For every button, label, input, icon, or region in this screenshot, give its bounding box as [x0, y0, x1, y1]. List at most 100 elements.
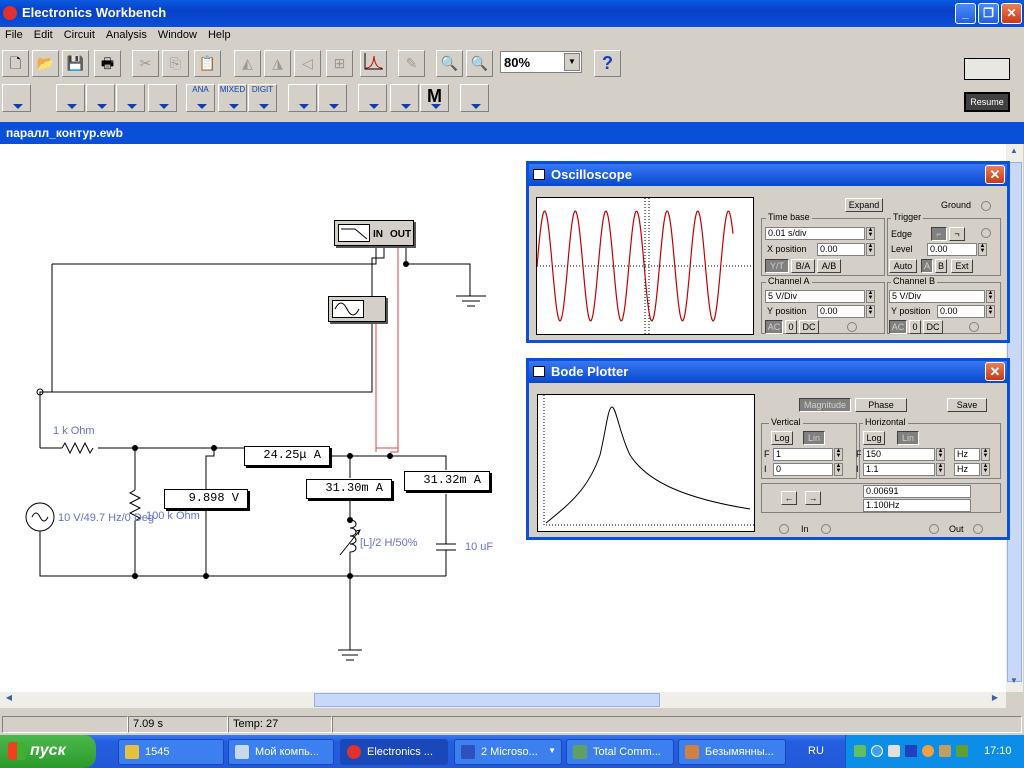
horizontal-final-input[interactable]: 150	[863, 448, 935, 461]
bode-save-button[interactable]: Save	[947, 398, 987, 412]
zoom-in-icon[interactable]: 🔍	[466, 50, 493, 77]
horizontal-scrollbar[interactable]: ◀ ▶	[0, 692, 1006, 708]
favorites-bin-icon[interactable]	[2, 84, 31, 112]
voltmeter[interactable]: 9.898 V	[164, 489, 248, 509]
sources-bin-icon[interactable]	[56, 84, 85, 112]
task-total-commander[interactable]: Total Comm...	[566, 739, 674, 765]
task-my-computer[interactable]: Мой компь...	[228, 739, 334, 765]
trigger-b-button[interactable]: B	[935, 259, 947, 273]
mixed-ics-bin-icon[interactable]: MIXED	[218, 84, 247, 112]
maximize-button[interactable]: ❐	[978, 3, 999, 24]
menu-edit[interactable]: Edit	[29, 27, 59, 41]
cut-icon[interactable]: ✂	[132, 50, 159, 77]
transistors-bin-icon[interactable]	[148, 84, 177, 112]
vertical-initial-input[interactable]: 0	[773, 463, 833, 476]
copy-icon[interactable]: ⎘	[162, 50, 189, 77]
power-switch-icon[interactable]	[964, 58, 1010, 80]
menu-circuit[interactable]: Circuit	[59, 27, 101, 41]
media-play-icon[interactable]	[905, 745, 917, 757]
bode-in-plus-terminal[interactable]	[779, 524, 789, 534]
task-paint[interactable]: Безымянны...	[678, 739, 786, 765]
vertical-final-input[interactable]: 1	[773, 448, 833, 461]
level-spinner[interactable]: ▲ ▼	[978, 243, 987, 256]
open-icon[interactable]: 📂	[32, 50, 59, 77]
ammeter-1[interactable]: 24.25μ A	[244, 446, 330, 466]
diodes-bin-icon[interactable]	[116, 84, 145, 112]
flip-horizontal-icon[interactable]: ◮	[264, 50, 291, 77]
horizontal-initial-unit-spinner[interactable]: ▲ ▼	[981, 463, 990, 476]
channel-b-zero-button[interactable]: 0	[909, 320, 921, 334]
horizontal-initial-spinner[interactable]: ▲ ▼	[936, 463, 945, 476]
task-electronics-workbench[interactable]: Electronics ...	[340, 739, 448, 765]
resume-button[interactable]: Resume	[964, 92, 1010, 112]
scroll-right-icon[interactable]: ▶	[988, 693, 1002, 707]
flip-vertical-icon[interactable]: ◁	[294, 50, 321, 77]
horizontal-initial-input[interactable]: 1.1	[863, 463, 935, 476]
chevron-down-icon[interactable]: ▼	[564, 53, 580, 71]
channel-b-ypos-input[interactable]: 0.00	[937, 305, 985, 318]
timebase-spinner[interactable]: ▲ ▼	[866, 227, 875, 240]
logic-gates-bin-icon[interactable]	[288, 84, 317, 112]
channel-a-zero-button[interactable]: 0	[785, 320, 797, 334]
vertical-lin-button[interactable]: Lin	[803, 431, 825, 445]
level-input[interactable]: 0.00	[927, 243, 977, 256]
timebase-input[interactable]: 0.01 s/div	[765, 227, 865, 240]
bode-out-minus-terminal[interactable]	[973, 524, 983, 534]
cursor-left-button[interactable]: ←	[781, 491, 797, 505]
horizontal-final-spinner[interactable]: ▲ ▼	[936, 448, 945, 461]
ba-mode-button[interactable]: B/A	[791, 259, 815, 273]
channel-a-ypos-input[interactable]: 0.00	[817, 305, 865, 318]
instruments-bin-icon[interactable]	[460, 84, 489, 112]
vertical-log-button[interactable]: Log	[771, 431, 793, 445]
yt-mode-button[interactable]: Y/T	[765, 259, 789, 273]
falling-edge-button[interactable]: ¬	[949, 227, 965, 241]
menu-file[interactable]: File	[0, 27, 29, 41]
zoom-select[interactable]: 80% ▼	[500, 51, 582, 73]
trigger-auto-button[interactable]: Auto	[889, 259, 917, 273]
menu-help[interactable]: Help	[203, 27, 237, 41]
graph-icon[interactable]	[360, 50, 387, 77]
channel-a-terminal[interactable]	[847, 322, 857, 332]
scroll-left-icon[interactable]: ◀	[2, 693, 16, 707]
task-microsoft-word[interactable]: 2 Microso... ▼	[454, 739, 562, 765]
rotate-icon[interactable]: ◭	[234, 50, 261, 77]
controls-bin-icon[interactable]	[390, 84, 419, 112]
tray-icon-3[interactable]	[888, 745, 900, 757]
task-folder-1545[interactable]: 1545	[118, 739, 224, 765]
scroll-down-icon[interactable]: ▼	[1007, 676, 1021, 690]
oscilloscope-close-button[interactable]: ✕	[985, 165, 1005, 184]
horizontal-initial-unit[interactable]: Hz	[954, 463, 980, 476]
channel-b-scale-spinner[interactable]: ▲ ▼	[986, 290, 995, 303]
channel-b-scale-input[interactable]: 5 V/Div	[889, 290, 985, 303]
indicators-bin-icon[interactable]	[358, 84, 387, 112]
trigger-terminal[interactable]	[981, 228, 991, 238]
channel-a-dc-button[interactable]: DC	[799, 320, 819, 334]
ammeter-2[interactable]: 31.30m A	[306, 479, 392, 499]
ground-terminal[interactable]	[981, 201, 991, 211]
basic-bin-icon[interactable]	[86, 84, 115, 112]
phase-button[interactable]: Phase	[855, 398, 907, 412]
trigger-ext-button[interactable]: Ext	[951, 259, 973, 273]
ab-mode-button[interactable]: A/B	[817, 259, 841, 273]
x-position-spinner[interactable]: ▲ ▼	[866, 243, 875, 256]
cursor-right-button[interactable]: →	[805, 491, 821, 505]
hscroll-thumb[interactable]	[314, 693, 660, 707]
expand-button[interactable]: Expand	[845, 198, 883, 212]
digital-ics-bin-icon[interactable]: DIGIT	[248, 84, 277, 112]
menu-window[interactable]: Window	[153, 27, 203, 41]
paste-icon[interactable]: 📋	[194, 50, 221, 77]
bode-out-plus-terminal[interactable]	[929, 524, 939, 534]
component-properties-icon[interactable]: ✎	[398, 50, 425, 77]
analog-ics-bin-icon[interactable]: ANA	[186, 84, 215, 112]
ammeter-3[interactable]: 31.32m A	[404, 471, 490, 491]
bode-close-button[interactable]: ✕	[985, 362, 1005, 381]
channel-a-ypos-spinner[interactable]: ▲ ▼	[866, 305, 875, 318]
new-icon[interactable]: 🗋	[2, 50, 29, 77]
horizontal-final-unit[interactable]: Hz	[954, 448, 980, 461]
scroll-up-icon[interactable]: ▲	[1007, 146, 1021, 160]
channel-a-ac-button[interactable]: AC	[765, 320, 783, 334]
zoom-out-icon[interactable]: 🔍	[436, 50, 463, 77]
vertical-initial-spinner[interactable]: ▲ ▼	[834, 463, 843, 476]
trigger-a-button[interactable]: A	[921, 259, 933, 273]
save-icon[interactable]: 💾	[62, 50, 89, 77]
